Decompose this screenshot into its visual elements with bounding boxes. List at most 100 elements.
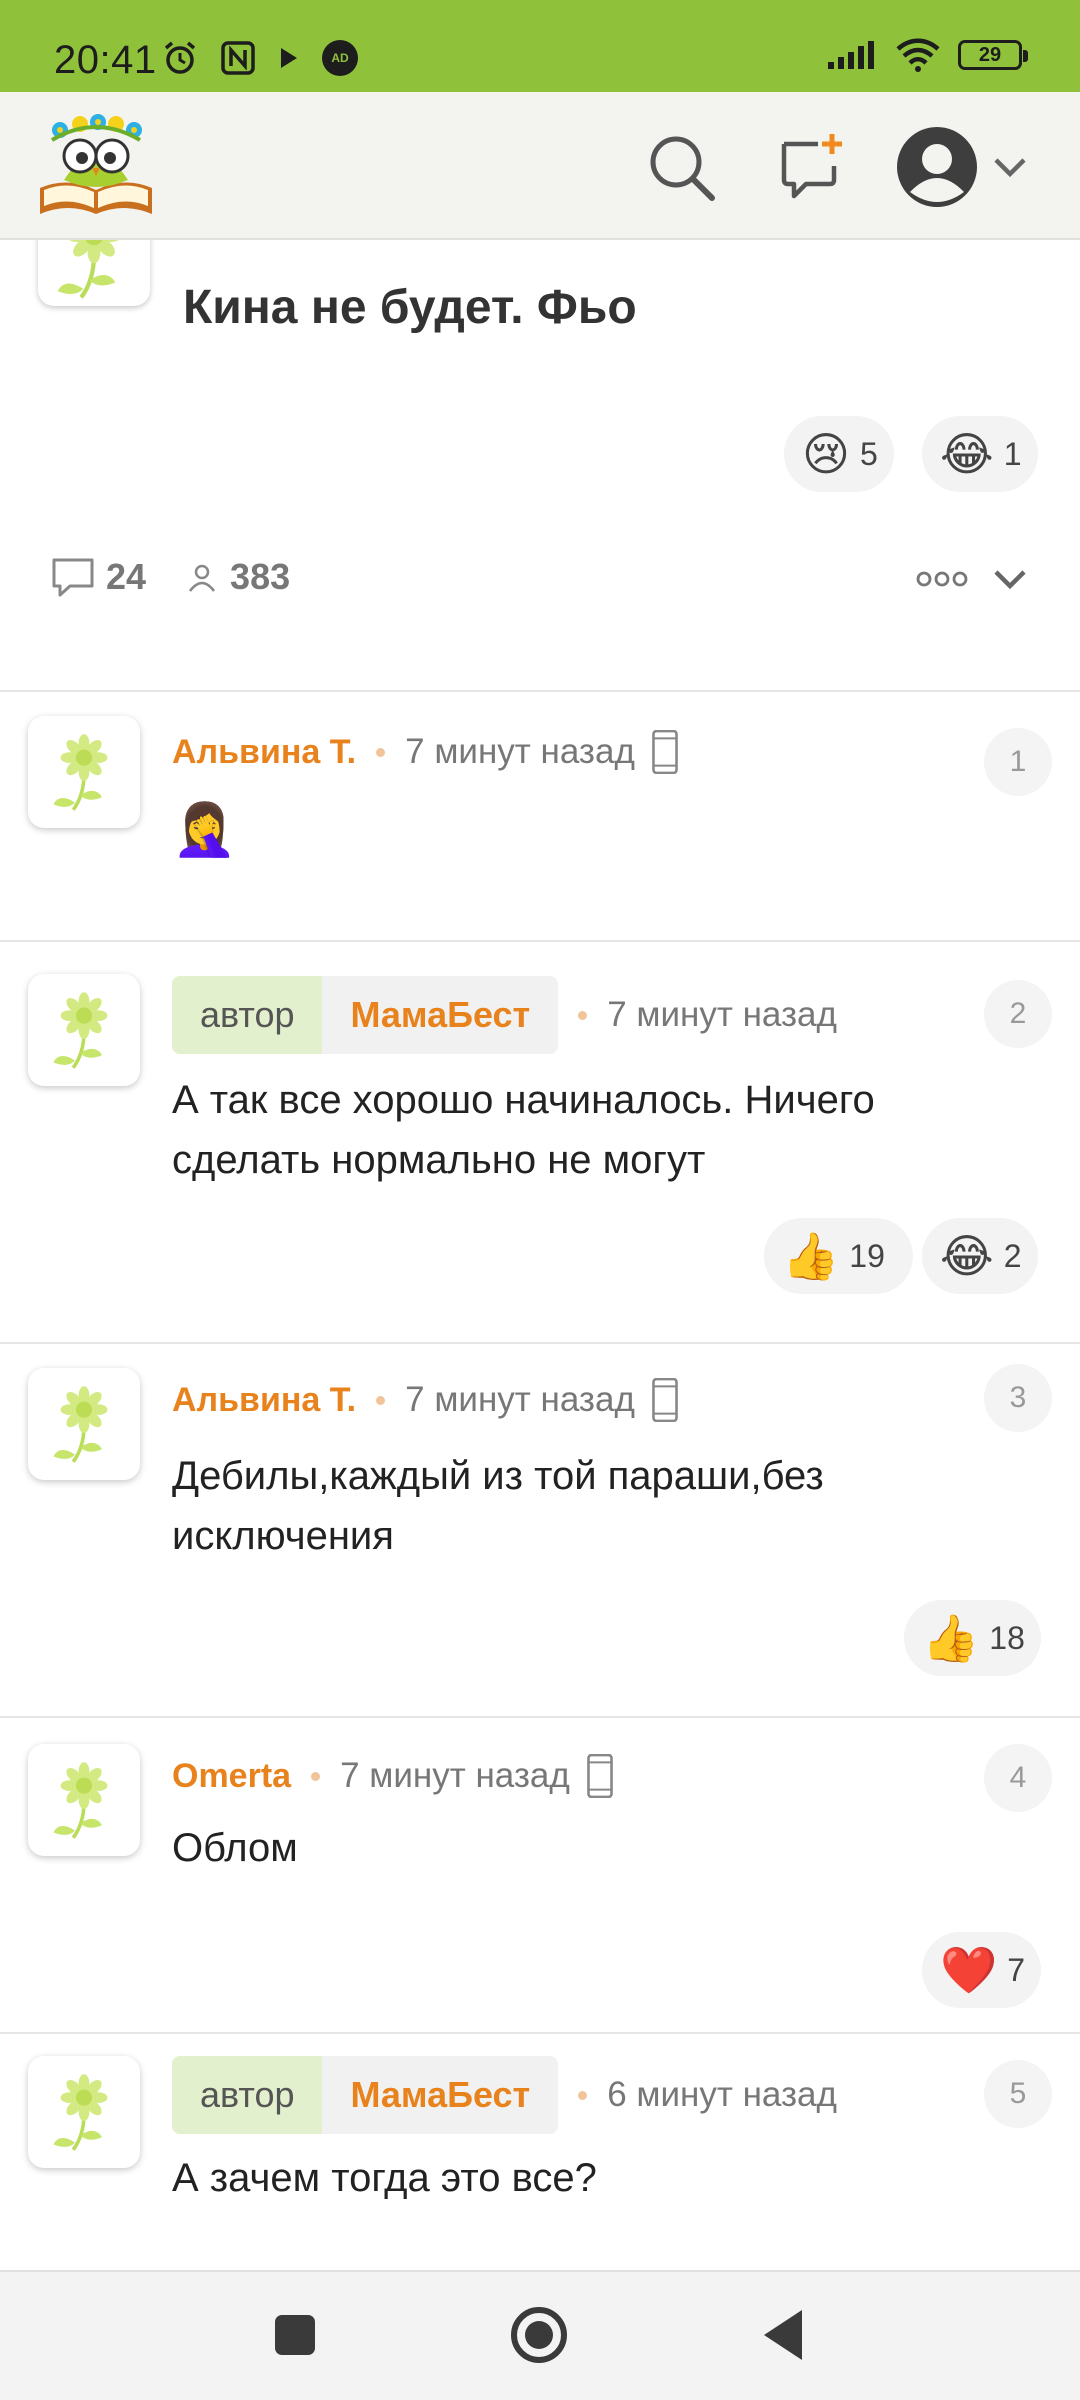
home-button[interactable] (510, 2306, 568, 2364)
comment-author: МамаБест (322, 976, 559, 1054)
app-header (0, 92, 1080, 240)
status-time: 20:41 (54, 38, 157, 82)
comments-count: 24 (106, 556, 147, 597)
person-icon (189, 564, 216, 592)
comment-number[interactable]: 5 (984, 2060, 1052, 2128)
comment-text: А так все хорошо начиналось. Ничего сдел… (172, 1078, 875, 1182)
comment-number[interactable]: 2 (984, 980, 1052, 1048)
thumbs-up-emoji-icon: 👍 (922, 1612, 980, 1664)
comment-number[interactable]: 3 (984, 1364, 1052, 1432)
flower-avatar-icon (51, 732, 110, 812)
alarm-icon (164, 41, 196, 74)
recent-apps-button[interactable] (274, 2314, 316, 2356)
reaction-sad[interactable]: 😢 5 (784, 416, 894, 492)
comment-header: Альвина Т. 7 минут назад (172, 1378, 679, 1422)
chevron-down-icon (994, 158, 1026, 178)
back-button[interactable] (760, 2308, 806, 2362)
reaction-heart[interactable]: ❤️ 7 (922, 1932, 1042, 2008)
more-options-icon[interactable] (916, 569, 968, 589)
mobile-device-icon (652, 1378, 678, 1422)
chevron-down-icon[interactable] (992, 566, 1028, 592)
comment-icon (52, 558, 94, 597)
reaction-like[interactable]: 👍 18 (904, 1600, 1041, 1676)
flower-avatar-icon (51, 1384, 110, 1464)
laughing-emoji-icon: 😂 (940, 1230, 994, 1282)
comment-time: 7 минут назад (607, 995, 837, 1034)
author-role-label: автор (172, 2056, 323, 2134)
views-stat: 383 (184, 556, 290, 598)
author-role-label: автор (172, 976, 323, 1054)
comment-header: автор МамаБест 6 минут назад (172, 2056, 837, 2134)
comments-stat[interactable]: 24 (50, 556, 146, 598)
reaction-like[interactable]: 👍 19 (764, 1218, 913, 1294)
comment-author: МамаБест (322, 2056, 559, 2134)
comment-author[interactable]: Альвина Т. (172, 733, 356, 772)
battery-icon: 29 (958, 40, 1028, 70)
comment-item: Omerta 7 минут назад 4 Облом ❤️ 7 (0, 1718, 1080, 2032)
ad-badge-text: AD (331, 51, 349, 65)
battery-level: 29 (978, 44, 1002, 66)
comment-item: автор МамаБест 6 минут назад 5 А зачем т… (0, 2034, 1080, 2270)
flower-avatar-icon (51, 990, 110, 1070)
comment-time: 7 минут назад (340, 1756, 570, 1795)
post-actions (916, 566, 1028, 592)
separator-dot (578, 2090, 588, 2100)
commenter-avatar[interactable] (28, 1368, 140, 1480)
comment-item: автор МамаБест 7 минут назад 2 А так все… (0, 942, 1080, 1322)
comment-author[interactable]: Omerta (172, 1757, 291, 1796)
nfc-icon (221, 41, 255, 75)
status-bar: 20:41 AD 29 (0, 0, 1080, 92)
signal-icon (828, 41, 874, 69)
wifi-icon (896, 38, 940, 72)
comment-header: Omerta 7 минут назад (172, 1754, 614, 1798)
commenter-avatar[interactable] (28, 974, 140, 1086)
comment-text: Облом (172, 1826, 298, 1870)
separator-dot (376, 1395, 386, 1405)
search-icon (650, 136, 715, 201)
reaction-laugh[interactable]: 😂 1 (922, 416, 1038, 492)
post-feed[interactable]: Кина не будет. Фьо 😢 5 😂 1 24 383 Альвин… (0, 240, 1080, 2270)
commenter-avatar[interactable] (28, 2056, 140, 2168)
author-badge[interactable]: автор МамаБест (172, 976, 559, 1054)
search-button[interactable] (636, 122, 726, 212)
comment-time: 6 минут назад (607, 2075, 837, 2114)
status-system-icons: 29 (826, 38, 1028, 72)
comment-text: 🤦‍♀️ (172, 801, 237, 859)
owl-reader-logo[interactable] (34, 110, 158, 222)
heart-emoji-icon: ❤️ (940, 1944, 998, 1996)
post-author-avatar[interactable] (38, 240, 150, 306)
reaction-count: 2 (1003, 1237, 1022, 1274)
reaction-count: 5 (859, 435, 878, 472)
system-navigation-bar (0, 2270, 1080, 2400)
comment-header: автор МамаБест 7 минут назад (172, 976, 837, 1054)
reaction-laugh[interactable]: 😂 2 (922, 1218, 1038, 1294)
commenter-avatar[interactable] (28, 716, 140, 828)
flower-avatar-icon (51, 2072, 110, 2152)
comment-text: А зачем тогда это все? (172, 2156, 597, 2200)
reaction-count: 19 (849, 1237, 885, 1274)
mobile-device-icon (586, 1754, 613, 1798)
avatar-icon (897, 127, 977, 207)
comment-number[interactable]: 4 (984, 1744, 1052, 1812)
profile-menu-button[interactable] (896, 122, 1046, 212)
comment-number[interactable]: 1 (984, 728, 1052, 796)
comment-header: Альвина Т. 7 минут назад (172, 730, 679, 774)
separator-dot (578, 1010, 588, 1020)
reaction-count: 18 (989, 1619, 1025, 1656)
comment-author[interactable]: Альвина Т. (172, 1381, 356, 1420)
reaction-count: 1 (1003, 435, 1022, 472)
new-post-button[interactable] (766, 122, 856, 212)
post-title: Кина не будет. Фьо (183, 281, 637, 334)
commenter-avatar[interactable] (28, 1744, 140, 1856)
comment-time: 7 минут назад (405, 732, 635, 771)
mobile-device-icon (652, 730, 678, 774)
author-badge[interactable]: автор МамаБест (172, 2056, 559, 2134)
thumbs-up-emoji-icon: 👍 (782, 1230, 840, 1282)
separator-dot (376, 747, 386, 757)
comment-item: Альвина Т. 7 минут назад 3 Дебилы,каждый… (0, 1344, 1080, 1716)
ad-blocker-icon: AD (322, 40, 358, 76)
crying-emoji-icon: 😢 (802, 428, 850, 480)
laughing-emoji-icon: 😂 (940, 428, 994, 480)
views-count: 383 (230, 556, 291, 597)
comment-text: Дебилы,каждый из той параши,без исключен… (172, 1454, 824, 1558)
